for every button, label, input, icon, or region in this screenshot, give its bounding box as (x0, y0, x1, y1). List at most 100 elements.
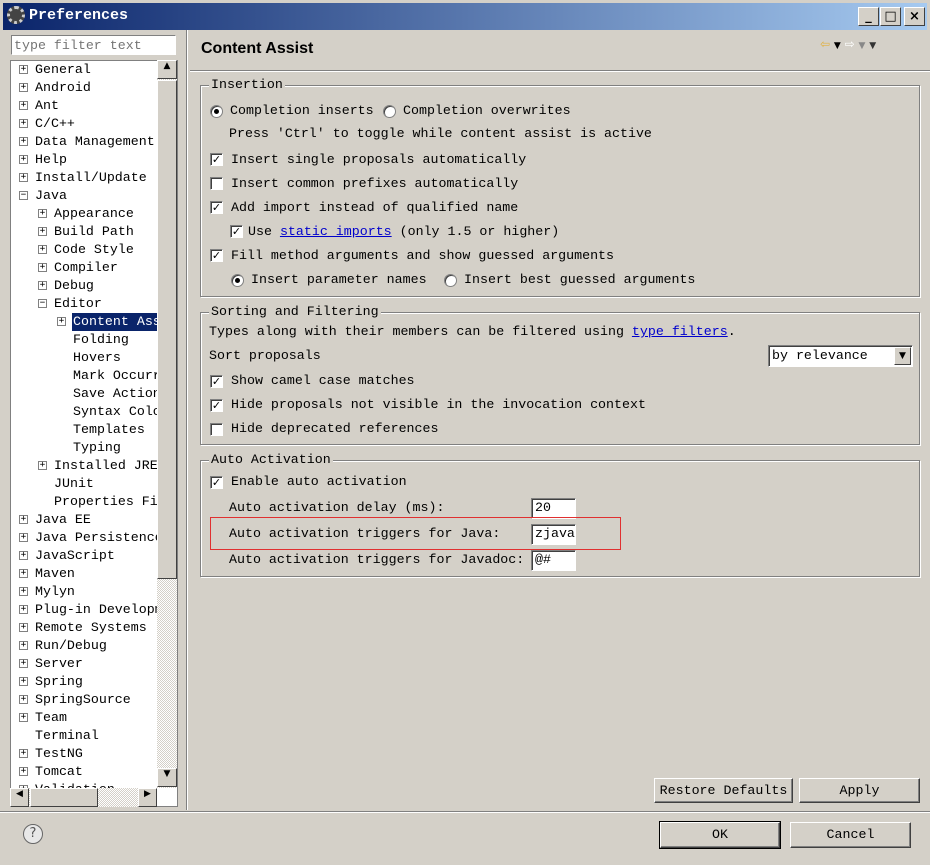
tree-item[interactable]: + Content Assist (11, 313, 177, 331)
chevron-down-icon[interactable]: ▼ (894, 347, 911, 365)
hscroll-thumb[interactable] (30, 788, 98, 807)
tree-item[interactable]: + Appearance (11, 205, 177, 223)
tree-item[interactable]: + General (11, 61, 177, 79)
close-button[interactable]: × (904, 7, 925, 26)
expand-icon[interactable]: + (19, 101, 28, 110)
enable-auto-activation-checkbox[interactable]: ✓ (210, 476, 223, 489)
expand-icon[interactable]: + (19, 533, 28, 542)
expand-icon[interactable]: + (19, 569, 28, 578)
back-dropdown-icon[interactable]: ▼ (834, 41, 841, 51)
tree-item[interactable]: + Spring (11, 673, 177, 691)
menu-dropdown-icon[interactable]: ▼ (869, 41, 876, 51)
expand-icon[interactable]: + (38, 209, 47, 218)
expand-icon[interactable]: + (19, 551, 28, 560)
parameter-names-radio[interactable] (231, 274, 244, 287)
completion-overwrites-radio[interactable] (383, 105, 396, 118)
tree-item[interactable]: Hovers (11, 349, 177, 367)
tree-item[interactable]: + Maven (11, 565, 177, 583)
cancel-button[interactable]: Cancel (790, 822, 911, 848)
tree-item[interactable]: JUnit (11, 475, 177, 493)
tree-item[interactable]: + Debug (11, 277, 177, 295)
forward-dropdown-icon[interactable]: ▼ (859, 41, 866, 51)
sort-proposals-select[interactable]: by relevance ▼ (768, 345, 913, 367)
scroll-up-button[interactable]: ▲ (157, 60, 177, 79)
tree-item[interactable]: + Mylyn (11, 583, 177, 601)
back-arrow-icon[interactable]: ⇦ (820, 37, 830, 51)
tree-item[interactable]: + SpringSource (11, 691, 177, 709)
tree-item[interactable]: Terminal (11, 727, 177, 745)
expand-icon[interactable]: + (38, 461, 47, 470)
expand-icon[interactable]: + (19, 83, 28, 92)
tree-item[interactable]: Properties Files Editor (11, 493, 177, 511)
tree-item[interactable]: Typing (11, 439, 177, 457)
tree-item[interactable]: − Editor (11, 295, 177, 313)
tree-item[interactable]: + Plug-in Development (11, 601, 177, 619)
tree-item[interactable]: + C/C++ (11, 115, 177, 133)
apply-button[interactable]: Apply (799, 778, 920, 803)
help-icon[interactable]: ? (23, 824, 43, 844)
tree-item[interactable]: + Java EE (11, 511, 177, 529)
delay-input[interactable]: 20 (531, 498, 576, 519)
expand-icon[interactable]: + (19, 713, 28, 722)
tree-item[interactable]: + Compiler (11, 259, 177, 277)
tree-item[interactable]: + TestNG (11, 745, 177, 763)
expand-icon[interactable]: + (19, 767, 28, 776)
add-import-checkbox[interactable]: ✓ (210, 201, 223, 214)
expand-icon[interactable]: + (19, 515, 28, 524)
hide-not-visible-checkbox[interactable]: ✓ (210, 399, 223, 412)
scroll-thumb[interactable] (157, 80, 177, 579)
camel-case-checkbox[interactable]: ✓ (210, 375, 223, 388)
scroll-down-button[interactable]: ▼ (157, 768, 177, 787)
scroll-right-button[interactable]: ▶ (138, 788, 157, 807)
tree-item[interactable]: Mark Occurrences (11, 367, 177, 385)
fill-arguments-checkbox[interactable]: ✓ (210, 249, 223, 262)
tree-item[interactable]: + Code Style (11, 241, 177, 259)
tree-horizontal-scrollbar[interactable]: ◀ ▶ (10, 788, 157, 807)
expand-icon[interactable]: + (19, 155, 28, 164)
tree-item[interactable]: Templates (11, 421, 177, 439)
forward-arrow-icon[interactable]: ⇨ (845, 37, 855, 51)
expand-icon[interactable]: + (19, 587, 28, 596)
javadoc-triggers-input[interactable]: @# (531, 550, 576, 571)
type-filters-link[interactable]: type filters (632, 324, 728, 339)
expand-icon[interactable]: + (19, 119, 28, 128)
tree-item[interactable]: + Team (11, 709, 177, 727)
expand-icon[interactable]: + (19, 749, 28, 758)
sash[interactable] (186, 30, 188, 810)
expand-icon[interactable]: + (38, 263, 47, 272)
tree-item[interactable]: + Data Management (11, 133, 177, 151)
tree-item[interactable]: + Server (11, 655, 177, 673)
ok-button[interactable]: OK (659, 821, 781, 849)
tree-item[interactable]: − Java (11, 187, 177, 205)
tree-item[interactable]: Save Actions (11, 385, 177, 403)
collapse-icon[interactable]: − (19, 191, 28, 200)
single-proposals-checkbox[interactable]: ✓ (210, 153, 223, 166)
tree-item[interactable]: + Tomcat (11, 763, 177, 781)
expand-icon[interactable]: + (19, 173, 28, 182)
tree-item[interactable]: + JavaScript (11, 547, 177, 565)
expand-icon[interactable]: + (38, 227, 47, 236)
expand-icon[interactable]: + (19, 641, 28, 650)
maximize-button[interactable]: □ (880, 7, 901, 26)
tree-item[interactable]: + Ant (11, 97, 177, 115)
tree-item[interactable]: + Run/Debug (11, 637, 177, 655)
expand-icon[interactable]: + (19, 605, 28, 614)
tree-item[interactable]: + Remote Systems (11, 619, 177, 637)
expand-icon[interactable]: + (57, 317, 66, 326)
tree-item[interactable]: + Build Path (11, 223, 177, 241)
restore-defaults-button[interactable]: Restore Defaults (654, 778, 793, 803)
scroll-left-button[interactable]: ◀ (10, 788, 29, 807)
static-imports-link[interactable]: static imports (280, 224, 392, 239)
tree-item[interactable]: Folding (11, 331, 177, 349)
tree-vertical-scrollbar[interactable]: ▲ ▼ (157, 60, 177, 788)
filter-input[interactable] (11, 35, 176, 55)
collapse-icon[interactable]: − (38, 299, 47, 308)
expand-icon[interactable]: + (19, 623, 28, 632)
tree-item[interactable]: Syntax Coloring (11, 403, 177, 421)
tree-item[interactable]: + Install/Update (11, 169, 177, 187)
tree-item[interactable]: + Java Persistence (11, 529, 177, 547)
completion-inserts-radio[interactable] (210, 105, 223, 118)
tree-item[interactable]: + Android (11, 79, 177, 97)
expand-icon[interactable]: + (19, 695, 28, 704)
minimize-button[interactable]: _ (858, 7, 879, 26)
